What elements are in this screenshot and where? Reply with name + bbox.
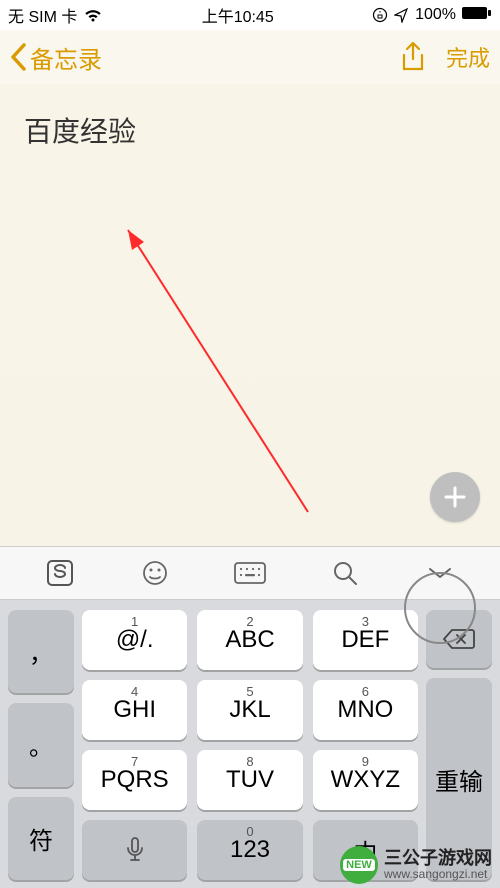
watermark-url: www.sangongzi.net [384,868,492,881]
share-button[interactable] [400,41,426,73]
watermark-title: 三公子游戏网 [384,849,492,869]
key-1[interactable]: 1@/. [82,610,187,670]
carrier-label: 无 SIM 卡 [8,3,77,27]
annotation-arrow [28,202,328,522]
key-comma[interactable]: ， [8,610,74,693]
collapse-keyboard-button[interactable] [420,553,460,593]
mic-icon [125,836,145,864]
emoji-button[interactable] [135,553,175,593]
key-symbol[interactable]: 符 [8,797,74,880]
sogou-icon[interactable] [40,553,80,593]
key-6[interactable]: 6MNO [313,680,418,740]
plus-icon [442,484,468,510]
key-4[interactable]: 4GHI [82,680,187,740]
key-3[interactable]: 3DEF [313,610,418,670]
note-text: 百度经验 [24,110,476,150]
keyboard: ， 。 符 1@/. 2ABC 3DEF 4GHI 5JKL 6MNO 7PQR… [0,600,500,888]
lock-rotation-icon [372,7,388,23]
key-mic[interactable] [82,820,187,880]
key-period[interactable]: 。 [8,703,74,786]
add-button[interactable] [430,472,480,522]
status-bar: 无 SIM 卡 上午10:45 100% [0,0,500,30]
key-5[interactable]: 5JKL [197,680,302,740]
battery-icon [462,6,492,25]
ime-toolbar [0,546,500,600]
battery-percent: 100% [415,6,456,24]
key-2[interactable]: 2ABC [197,610,302,670]
key-backspace[interactable] [426,610,492,668]
note-body[interactable]: 百度经验 [0,84,500,546]
clock-label: 上午10:45 [202,3,274,27]
watermark: NEW 三公子游戏网 www.sangongzi.net [340,846,492,884]
watermark-badge-icon: NEW [340,846,378,884]
key-8[interactable]: 8TUV [197,750,302,810]
key-9[interactable]: 9WXYZ [313,750,418,810]
key-7[interactable]: 7PQRS [82,750,187,810]
keyboard-layout-button[interactable] [230,553,270,593]
search-button[interactable] [325,553,365,593]
key-123[interactable]: 0123 [197,820,302,880]
chevron-left-icon [10,43,26,71]
back-button[interactable]: 备忘录 [10,40,102,75]
wifi-icon [83,8,103,23]
done-button[interactable]: 完成 [446,41,490,73]
location-icon [394,8,409,23]
nav-bar: 备忘录 完成 [0,30,500,84]
backspace-icon [442,627,476,651]
back-label: 备忘录 [30,40,102,75]
